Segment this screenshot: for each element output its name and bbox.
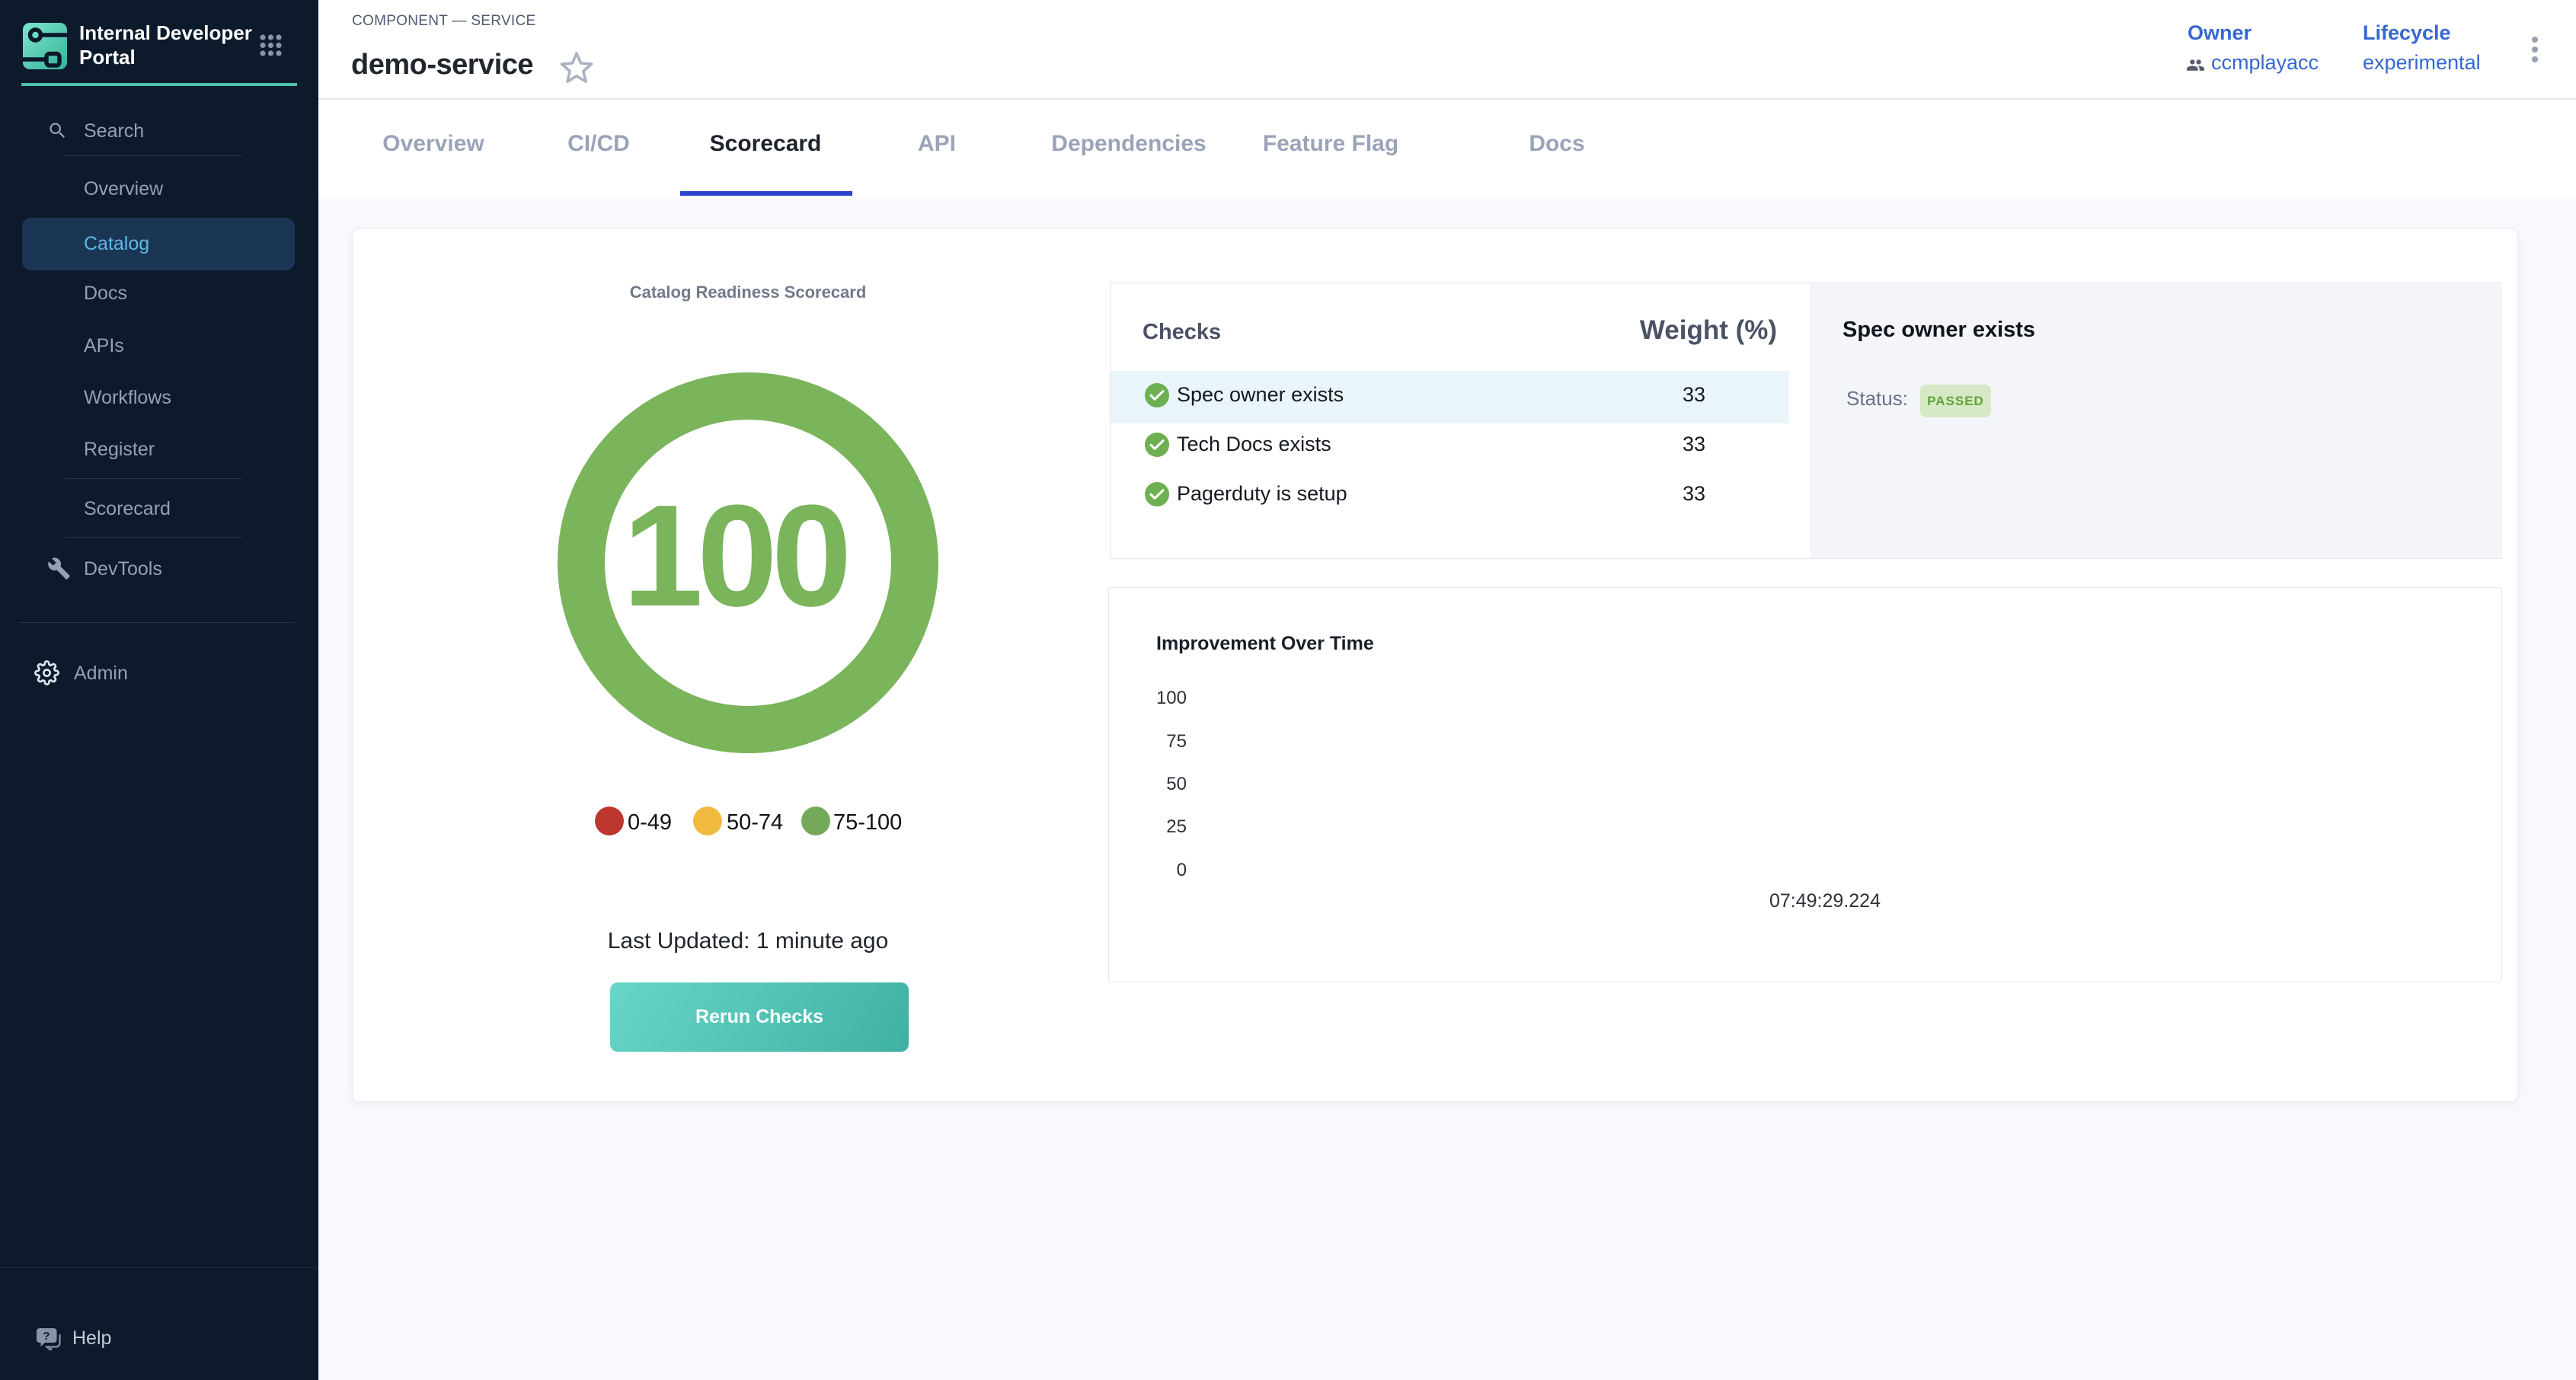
svg-text:?: ? <box>43 1330 50 1343</box>
